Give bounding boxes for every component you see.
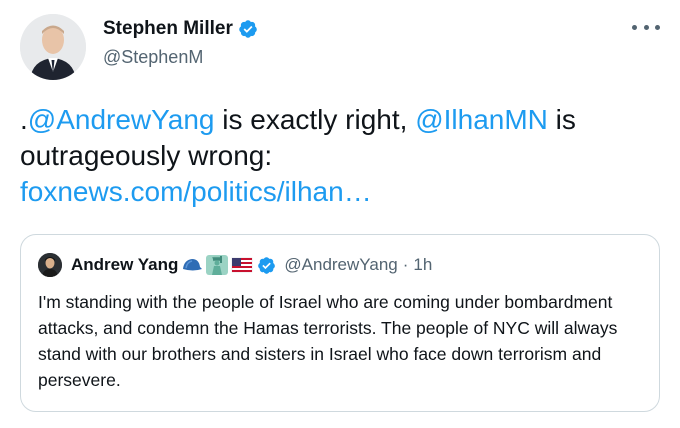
- statue-of-liberty-emoji: [206, 255, 229, 275]
- more-options-icon[interactable]: [632, 20, 660, 34]
- tweet-card: Stephen Miller @StephenM .@AndrewYang is…: [0, 0, 680, 428]
- text-middle: is exactly right,: [214, 104, 416, 135]
- blue-cap-emoji: [183, 259, 203, 271]
- article-link[interactable]: foxnews.com/politics/ilhan…: [20, 176, 372, 207]
- quoted-timestamp[interactable]: 1h: [413, 255, 432, 275]
- quoted-author-handle[interactable]: @AndrewYang: [284, 255, 397, 275]
- text-prefix: .: [20, 104, 28, 135]
- verified-badge-icon: [239, 20, 257, 38]
- us-flag-emoji: [232, 257, 253, 273]
- author-handle[interactable]: @StephenM: [103, 47, 203, 68]
- verified-badge-icon: [258, 256, 276, 274]
- quoted-text: I'm standing with the people of Israel w…: [38, 292, 618, 390]
- author-avatar[interactable]: [20, 14, 86, 80]
- author-name-row[interactable]: Stephen Miller: [103, 16, 258, 42]
- quoted-author-avatar[interactable]: [38, 253, 62, 277]
- quoted-header: Andrew Yang @AndrewYang · 1h: [71, 253, 432, 277]
- quoted-tweet[interactable]: Andrew Yang @AndrewYang · 1h I'm standin…: [20, 234, 660, 412]
- mention-ilhanmn[interactable]: @IlhanMN: [415, 104, 548, 135]
- mention-andrewyang[interactable]: @AndrewYang: [28, 104, 215, 135]
- tweet-text: .@AndrewYang is exactly right, @IlhanMN …: [20, 102, 660, 210]
- separator-dot: ·: [402, 255, 409, 274]
- quoted-author-name[interactable]: Andrew Yang: [71, 255, 178, 275]
- author-name[interactable]: Stephen Miller: [103, 18, 233, 40]
